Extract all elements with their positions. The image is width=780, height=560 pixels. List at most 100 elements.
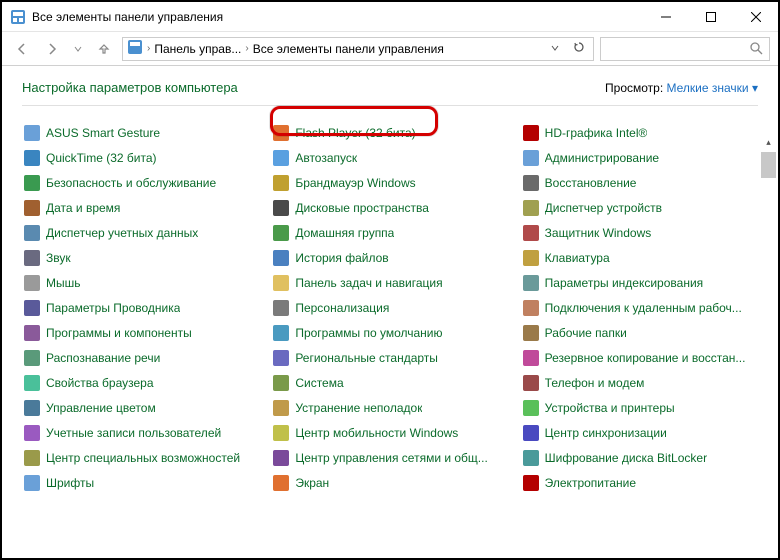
address-dropdown[interactable] bbox=[545, 42, 565, 56]
control-panel-item[interactable]: Центр специальных возможностей bbox=[22, 445, 259, 470]
item-label: Электропитание bbox=[545, 476, 636, 490]
items-grid: ASUS Smart Gesture Flash Player (32 бита)… bbox=[22, 120, 758, 495]
item-label: ASUS Smart Gesture bbox=[46, 126, 160, 140]
up-button[interactable] bbox=[92, 37, 116, 61]
control-panel-item[interactable]: Управление цветом bbox=[22, 395, 259, 420]
item-icon bbox=[24, 450, 40, 466]
control-panel-item[interactable]: Защитник Windows bbox=[521, 220, 758, 245]
item-label: Мышь bbox=[46, 276, 81, 290]
control-panel-item[interactable]: Шрифты bbox=[22, 470, 259, 495]
item-label: Шрифты bbox=[46, 476, 94, 490]
control-panel-item[interactable]: Устранение неполадок bbox=[271, 395, 508, 420]
minimize-button[interactable] bbox=[643, 2, 688, 31]
control-panel-item[interactable]: Мышь bbox=[22, 270, 259, 295]
control-panel-item[interactable]: Подключения к удаленным рабоч... bbox=[521, 295, 758, 320]
back-button[interactable] bbox=[10, 37, 34, 61]
control-panel-item[interactable]: Дисковые пространства bbox=[271, 195, 508, 220]
control-panel-item[interactable]: Свойства браузера bbox=[22, 370, 259, 395]
control-panel-item[interactable]: Электропитание bbox=[521, 470, 758, 495]
control-panel-item[interactable]: Программы и компоненты bbox=[22, 320, 259, 345]
control-panel-item[interactable]: Резервное копирование и восстан... bbox=[521, 345, 758, 370]
control-panel-item[interactable]: Устройства и принтеры bbox=[521, 395, 758, 420]
item-icon bbox=[24, 425, 40, 441]
control-panel-item[interactable]: Домашняя группа bbox=[271, 220, 508, 245]
control-panel-item[interactable]: Экран bbox=[271, 470, 508, 495]
item-icon bbox=[273, 300, 289, 316]
item-label: Учетные записи пользователей bbox=[46, 426, 221, 440]
item-icon bbox=[523, 225, 539, 241]
item-icon bbox=[523, 325, 539, 341]
control-panel-item[interactable]: Центр управления сетями и общ... bbox=[271, 445, 508, 470]
item-icon bbox=[523, 150, 539, 166]
control-panel-item[interactable]: Система bbox=[271, 370, 508, 395]
control-panel-item[interactable]: Безопасность и обслуживание bbox=[22, 170, 259, 195]
control-panel-item[interactable]: Центр синхронизации bbox=[521, 420, 758, 445]
item-label: Центр синхронизации bbox=[545, 426, 667, 440]
control-panel-item[interactable]: Персонализация bbox=[271, 295, 508, 320]
item-icon bbox=[273, 125, 289, 141]
control-panel-item[interactable]: Автозапуск bbox=[271, 145, 508, 170]
control-panel-item[interactable]: Учетные записи пользователей bbox=[22, 420, 259, 445]
item-icon bbox=[523, 125, 539, 141]
control-panel-item[interactable]: Администрирование bbox=[521, 145, 758, 170]
control-panel-item[interactable]: Распознавание речи bbox=[22, 345, 259, 370]
item-label: Центр управления сетями и общ... bbox=[295, 451, 487, 465]
item-label: Звук bbox=[46, 251, 71, 265]
maximize-button[interactable] bbox=[688, 2, 733, 31]
control-panel-item[interactable]: ASUS Smart Gesture bbox=[22, 120, 259, 145]
window-title: Все элементы панели управления bbox=[32, 10, 643, 24]
control-panel-item[interactable]: Брандмауэр Windows bbox=[271, 170, 508, 195]
item-icon bbox=[24, 475, 40, 491]
item-label: Телефон и модем bbox=[545, 376, 645, 390]
item-label: Управление цветом bbox=[46, 401, 156, 415]
close-button[interactable] bbox=[733, 2, 778, 31]
control-panel-item[interactable]: Звук bbox=[22, 245, 259, 270]
breadcrumb-item[interactable]: Все элементы панели управления bbox=[253, 42, 444, 56]
recent-dropdown[interactable] bbox=[70, 37, 86, 61]
refresh-button[interactable] bbox=[569, 41, 589, 56]
control-panel-item[interactable]: Клавиатура bbox=[521, 245, 758, 270]
item-icon bbox=[273, 225, 289, 241]
view-selector: Просмотр: Мелкие значки ▾ bbox=[605, 81, 758, 95]
header-row: Настройка параметров компьютера Просмотр… bbox=[22, 80, 758, 106]
item-icon bbox=[24, 375, 40, 391]
control-panel-item[interactable]: Программы по умолчанию bbox=[271, 320, 508, 345]
forward-button[interactable] bbox=[40, 37, 64, 61]
search-box[interactable] bbox=[600, 37, 770, 61]
control-panel-item[interactable]: Центр мобильности Windows bbox=[271, 420, 508, 445]
control-panel-item[interactable]: Телефон и модем bbox=[521, 370, 758, 395]
control-panel-item[interactable]: Параметры Проводника bbox=[22, 295, 259, 320]
control-panel-item[interactable]: Дата и время bbox=[22, 195, 259, 220]
control-panel-item[interactable]: Рабочие папки bbox=[521, 320, 758, 345]
item-label: Дата и время bbox=[46, 201, 120, 215]
breadcrumb-item[interactable]: Панель управ... bbox=[154, 42, 241, 56]
control-panel-item[interactable]: Диспетчер устройств bbox=[521, 195, 758, 220]
item-label: Диспетчер устройств bbox=[545, 201, 662, 215]
control-panel-item[interactable]: Региональные стандарты bbox=[271, 345, 508, 370]
item-icon bbox=[24, 325, 40, 341]
control-panel-item[interactable]: HD-графика Intel® bbox=[521, 120, 758, 145]
item-label: Параметры индексирования bbox=[545, 276, 703, 290]
item-icon bbox=[523, 425, 539, 441]
control-panel-item[interactable]: Flash Player (32 бита) bbox=[271, 120, 508, 145]
address-bar[interactable]: › Панель управ... › Все элементы панели … bbox=[122, 37, 594, 61]
item-icon bbox=[24, 300, 40, 316]
window-buttons bbox=[643, 2, 778, 31]
control-panel-item[interactable]: Панель задач и навигация bbox=[271, 270, 508, 295]
item-label: Программы по умолчанию bbox=[295, 326, 442, 340]
control-panel-item[interactable]: Шифрование диска BitLocker bbox=[521, 445, 758, 470]
item-icon bbox=[273, 350, 289, 366]
item-label: HD-графика Intel® bbox=[545, 126, 648, 140]
control-panel-item[interactable]: История файлов bbox=[271, 245, 508, 270]
view-value[interactable]: Мелкие значки ▾ bbox=[667, 81, 759, 95]
item-icon bbox=[523, 375, 539, 391]
scrollbar-thumb[interactable] bbox=[761, 152, 776, 178]
control-panel-item[interactable]: Восстановление bbox=[521, 170, 758, 195]
control-panel-item[interactable]: Диспетчер учетных данных bbox=[22, 220, 259, 245]
item-label: Защитник Windows bbox=[545, 226, 652, 240]
scroll-up-arrow[interactable]: ▴ bbox=[761, 134, 776, 150]
item-label: Дисковые пространства bbox=[295, 201, 429, 215]
item-icon bbox=[523, 200, 539, 216]
control-panel-item[interactable]: QuickTime (32 бита) bbox=[22, 145, 259, 170]
control-panel-item[interactable]: Параметры индексирования bbox=[521, 270, 758, 295]
